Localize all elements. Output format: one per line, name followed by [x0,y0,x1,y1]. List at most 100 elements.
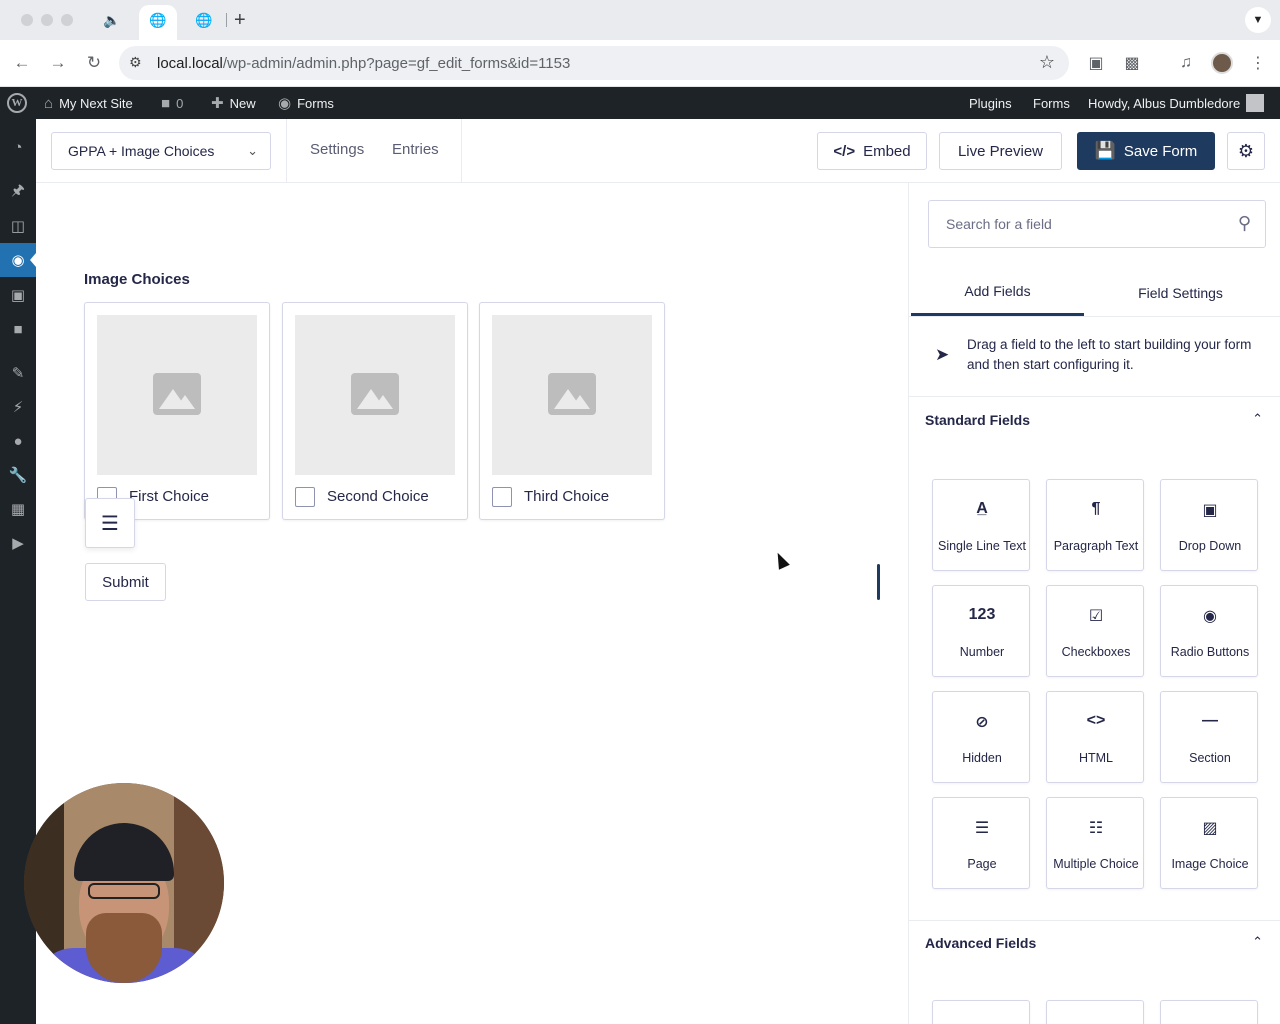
window-close-button[interactable] [21,14,33,26]
wordpress-icon: W [7,93,27,113]
field-button-html[interactable]: <> HTML [1046,691,1144,783]
plugins-plug-icon[interactable]: ⚡ [0,390,36,424]
form-switcher-dropdown[interactable]: GPPA + Image Choices ⌄ [51,132,271,170]
chevron-down-icon: ⌄ [247,143,258,158]
site-name-label: My Next Site [59,95,133,111]
field-settings-sliders-icon[interactable]: ☰ [85,498,135,548]
field-button-paragraph-text[interactable]: ¶ Paragraph Text [1046,479,1144,571]
url-text[interactable]: local.local/wp-admin/admin.php?page=gf_e… [157,55,570,72]
audio-tab-speaker-icon[interactable]: 🔈 [102,10,122,30]
live-preview-button[interactable]: Live Preview [939,132,1062,170]
dashboard-icon[interactable]: ◔ [0,130,36,164]
wp-logo-button[interactable]: W [7,87,27,119]
field-button-multiple-choice[interactable]: ☷ Multiple Choice [1046,797,1144,889]
page-icon: ☰ [974,820,990,837]
choice-checkbox[interactable] [492,487,512,507]
address-bar[interactable]: ⚙ local.local/wp-admin/admin.php?page=gf… [119,46,1069,80]
settings-icon[interactable]: ▦ [0,492,36,526]
image-choice-card[interactable]: Third Choice [479,302,665,520]
reload-icon[interactable]: ↻ [83,52,105,74]
paragraph-icon: ¶ [1091,500,1101,517]
bookmark-star-icon[interactable]: ☆ [1039,52,1055,73]
field-button-number[interactable]: 123 Number [932,585,1030,677]
submit-button[interactable]: Submit [85,563,166,601]
settings-link[interactable]: Settings [310,141,364,158]
hint-text: Drag a field to the left to start buildi… [967,337,1252,372]
forms-menu-icon[interactable]: ◉ [0,243,36,277]
entries-link[interactable]: Entries [392,141,439,158]
form-editor-header: GPPA + Image Choices ⌄ Settings Entries … [36,119,1280,183]
image-icon [153,373,201,415]
field-button-image-choice[interactable]: ▨ Image Choice [1160,797,1258,889]
image-choice-card[interactable]: Second Choice [282,302,468,520]
users-icon[interactable]: ● [0,424,36,458]
text-icon: A̲ [976,500,988,517]
field-button-hidden[interactable]: ⊘ Hidden [932,691,1030,783]
new-content-link[interactable]: ✚ New [211,87,256,119]
globe-icon: 🌐 [149,11,167,28]
forms-right-link[interactable]: Forms [1033,87,1070,119]
window-zoom-button[interactable] [61,14,73,26]
field-button[interactable] [1160,1000,1258,1024]
field-button-single-line-text[interactable]: A̲ Single Line Text [932,479,1030,571]
mouse-cursor-icon [772,550,790,570]
screenshot-icon[interactable]: ▣ [1085,52,1107,74]
play-circle-icon[interactable]: ▶ [0,526,36,560]
gravity-forms-icon: ◉ [278,95,292,112]
save-form-button[interactable]: 💾 Save Form [1077,132,1215,170]
media-icon[interactable]: ◫ [0,209,36,243]
cursor-arrow-icon: ➤ [935,345,950,364]
forward-arrow-icon[interactable]: → [47,52,69,74]
image-choice-card[interactable]: First Choice [84,302,270,520]
image-choice-icon: ▨ [1202,820,1218,837]
media-controls-icon[interactable]: ♫ [1175,52,1197,74]
tab-add-fields[interactable]: Add Fields [911,269,1084,316]
image-placeholder [97,315,257,475]
field-button[interactable] [932,1000,1030,1024]
profile-avatar[interactable] [1211,52,1233,74]
globe-icon[interactable]: 🌐 [194,10,214,30]
dropdown-icon: ▣ [1202,502,1218,519]
field-label: Image Choices [84,271,190,288]
back-arrow-icon[interactable]: ← [11,52,33,74]
embed-button[interactable]: </> Embed [817,132,927,170]
my-account-link[interactable]: Howdy, Albus Dumbledore [1088,87,1265,119]
code-icon: <> [1086,712,1106,729]
comments-count: 0 [176,95,184,111]
kebab-menu-icon[interactable]: ⋮ [1247,52,1269,74]
comments-link[interactable]: ■ 0 [161,87,183,119]
appearance-brush-icon[interactable]: ✎ [0,356,36,390]
tab-field-settings[interactable]: Field Settings [1094,269,1267,316]
standard-fields-toggle[interactable]: Standard Fields ⌃ [909,397,1280,445]
advanced-fields-toggle[interactable]: Advanced Fields ⌃ [909,920,1280,968]
form-name: GPPA + Image Choices [68,143,215,159]
floppy-disk-icon: 💾 [1094,141,1116,160]
field-button-section[interactable]: — Section [1160,691,1258,783]
field-button[interactable] [1046,1000,1144,1024]
extensions-puzzle-icon[interactable]: ▩ [1121,52,1143,74]
comments-icon[interactable]: ■ [0,312,36,346]
field-button-page[interactable]: ☰ Page [932,797,1030,889]
posts-pin-icon[interactable]: 🖈 [0,175,36,209]
new-tab-plus-icon[interactable]: + [234,9,246,32]
field-button-checkboxes[interactable]: ☑ Checkboxes [1046,585,1144,677]
webcam-overlay [24,783,224,983]
pages-icon[interactable]: ▣ [0,278,36,312]
window-minimize-button[interactable] [41,14,53,26]
radio-icon: ◉ [1203,608,1217,625]
field-search-input[interactable] [929,201,1219,247]
forms-admin-link[interactable]: ◉ Forms [278,87,334,119]
editor-settings-button[interactable]: ⚙ [1227,132,1265,170]
field-button-radio-buttons[interactable]: ◉ Radio Buttons [1160,585,1258,677]
site-settings-icon[interactable]: ⚙ [129,54,142,71]
site-name-link[interactable]: ⌂ My Next Site [44,87,133,119]
tools-wrench-icon[interactable]: 🔧 [0,458,36,492]
plus-icon: ✚ [211,95,224,112]
field-button-label: Section [1189,751,1231,765]
tab-search-chevron-icon[interactable]: ▼ [1245,7,1271,33]
plugins-link[interactable]: Plugins [969,87,1012,119]
header-divider [286,119,287,183]
choice-checkbox[interactable] [295,487,315,507]
field-search: ⚲ [928,200,1266,248]
field-button-drop-down[interactable]: ▣ Drop Down [1160,479,1258,571]
